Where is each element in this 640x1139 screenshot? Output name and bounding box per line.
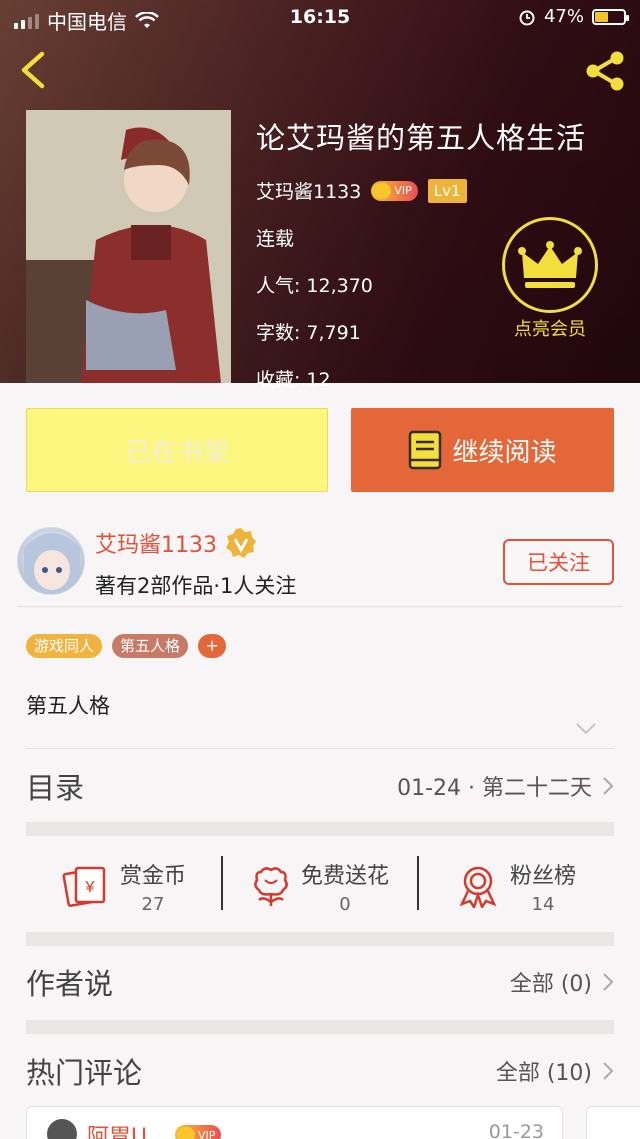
battery-percent: 47% [543, 6, 584, 27]
continue-reading-button[interactable]: 继续阅读 [351, 408, 614, 492]
share-icon[interactable] [582, 48, 628, 94]
battery-fill [595, 11, 608, 22]
hot-comments-all: 全部 (10) [496, 1055, 614, 1087]
vip-label: VIP [198, 1128, 216, 1139]
member-crown-circle [502, 217, 598, 313]
words-value: 7,791 [306, 322, 361, 344]
stats-bar: ¥ 赏金币 27 免费送花 0 粉丝榜 14 [26, 840, 614, 932]
chevron-down-icon[interactable] [575, 722, 597, 736]
status-bar: 中国电信 16:15 47% [0, 0, 640, 36]
vip-badge: VIP [371, 180, 418, 201]
flower-icon [254, 867, 288, 906]
reward-coins-count: 27 [141, 893, 165, 915]
catalog-latest: 01-24 · 第二十二天 [397, 770, 614, 802]
book-title: 论艾玛酱的第五人格生活 [256, 121, 587, 155]
author-says-row[interactable]: 作者说 全部 (0) [26, 956, 614, 1008]
commenter-name[interactable]: 阿胃U [87, 1119, 147, 1139]
favorites-value: 12 [306, 369, 331, 391]
status-right: 47% [518, 6, 629, 27]
divider [17, 606, 623, 607]
comment-card[interactable]: 阿胃U VIP 01-23 [26, 1106, 563, 1139]
author-says-label: 作者说 [26, 967, 114, 1001]
popularity-label: 人气: [256, 275, 301, 297]
continue-reading-label: 继续阅读 [452, 437, 557, 468]
back-arrow-icon[interactable] [16, 50, 52, 90]
level-badge: Lv1 [427, 178, 467, 203]
free-flowers-count: 0 [339, 893, 351, 915]
battery-icon [592, 8, 629, 25]
fans-ranking[interactable]: 粉丝榜 14 [418, 840, 614, 932]
author-avatar[interactable] [17, 527, 85, 595]
comment-card[interactable] [586, 1106, 640, 1139]
crown-icon [177, 1127, 195, 1139]
reward-coins-label: 赏金币 [119, 863, 186, 889]
crown-icon [518, 241, 582, 288]
alarm-icon [519, 10, 535, 25]
add-tag-button[interactable]: + [198, 634, 227, 658]
reward-coins[interactable]: ¥ 赏金币 27 [26, 840, 222, 932]
author-name[interactable]: 艾玛酱1133 [95, 527, 217, 559]
free-flowers[interactable]: 免费送花 0 [222, 840, 418, 932]
book-author-row: 艾玛酱1133 VIP Lv1 [256, 177, 586, 204]
book-cover[interactable] [26, 110, 231, 383]
catalog-row[interactable]: 目录 01-24 · 第二十二天 [26, 760, 614, 812]
cover-illustration [26, 110, 231, 383]
book-author[interactable]: 艾玛酱1133 [256, 177, 361, 204]
divider [417, 856, 419, 910]
verified-icon [226, 528, 256, 558]
gold-coin-icon: ¥ [62, 866, 106, 907]
avatar-illustration [24, 533, 80, 594]
popularity-value: 12,370 [306, 275, 373, 297]
author-stats: 著有2部作品·1人关注 [95, 574, 297, 598]
book-summary: 第五人格 [26, 694, 110, 718]
hot-comments-count: 全部 (10) [495, 1061, 592, 1086]
author-card[interactable]: 艾玛酱1133 著有2部作品·1人关注 已关注 [0, 515, 640, 607]
section-separator [26, 1020, 614, 1034]
crown-icon [373, 182, 392, 199]
member-button[interactable]: 点亮会员 [500, 217, 600, 341]
tag-list: 游戏同人 第五人格 + [26, 634, 227, 658]
section-separator [26, 822, 614, 836]
chevron-right-icon [603, 973, 614, 991]
author-says-all: 全部 (0) [510, 966, 614, 998]
fans-ranking-count: 14 [531, 893, 555, 915]
tag-game-fanfic[interactable]: 游戏同人 [26, 634, 103, 658]
chevron-right-icon [603, 1062, 614, 1080]
author-says-count: 全部 (0) [509, 972, 592, 997]
hot-comments-row[interactable]: 热门评论 全部 (10) [26, 1045, 614, 1097]
svg-text:¥: ¥ [85, 879, 95, 896]
section-separator [26, 932, 614, 946]
hot-comments-label: 热门评论 [26, 1056, 143, 1090]
latest-chapter: 01-24 · 第二十二天 [397, 776, 592, 801]
vip-badge: VIP [175, 1125, 222, 1139]
free-flowers-label: 免费送花 [300, 863, 389, 889]
chevron-right-icon [603, 777, 614, 795]
tag-identity-v[interactable]: 第五人格 [112, 634, 189, 658]
comment-date: 01-23 [488, 1121, 544, 1139]
words-label: 字数: [256, 322, 301, 344]
follow-button[interactable]: 已关注 [503, 539, 614, 585]
commenter-avatar[interactable] [47, 1119, 77, 1139]
vip-label: VIP [394, 184, 412, 197]
medal-icon [459, 866, 497, 908]
favorites-line: 收藏: 12 [256, 365, 586, 392]
catalog-label: 目录 [26, 771, 85, 805]
fans-ranking-label: 粉丝榜 [509, 863, 576, 889]
divider [26, 748, 614, 749]
author-name-row: 艾玛酱1133 [95, 527, 257, 559]
member-label: 点亮会员 [514, 319, 586, 340]
book-icon [409, 430, 442, 470]
divider [221, 856, 223, 910]
on-shelf-button[interactable]: 已在书架 [26, 408, 328, 492]
favorites-label: 收藏: [256, 369, 301, 391]
